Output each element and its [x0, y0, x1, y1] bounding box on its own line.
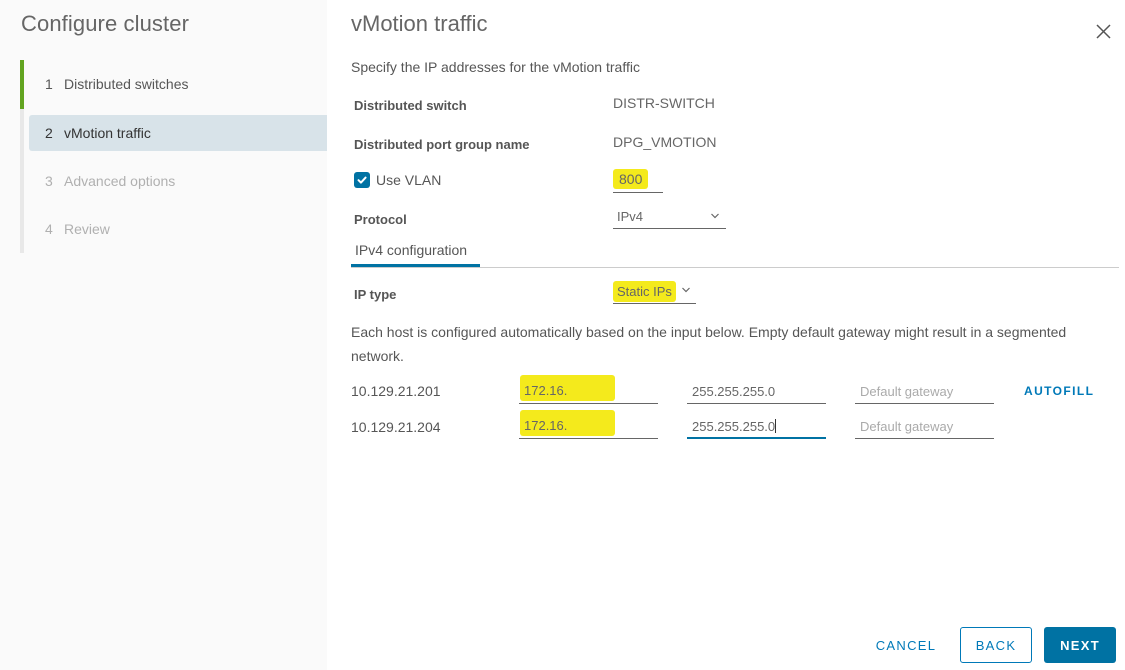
checkmark-icon	[357, 176, 367, 184]
step-number: 4	[45, 221, 53, 237]
step-label: Review	[64, 221, 110, 237]
wizard-title: Configure cluster	[21, 11, 189, 36]
port-group-value: DPG_VMOTION	[613, 134, 717, 150]
sidebar-step-vmotion-traffic[interactable]: 2 vMotion traffic	[29, 115, 327, 151]
step-label: vMotion traffic	[64, 125, 151, 141]
next-button[interactable]: NEXT	[1044, 627, 1116, 663]
tab-bar-divider	[351, 267, 1119, 268]
ip-type-selected-value: Static IPs	[613, 281, 676, 302]
step-label: Advanced options	[64, 173, 176, 189]
ip-type-label: IP type	[354, 287, 397, 302]
use-vlan-label: Use VLAN	[376, 172, 442, 188]
close-icon	[1096, 24, 1111, 39]
text-caret	[775, 419, 777, 433]
step-number: 2	[45, 125, 53, 141]
close-button[interactable]	[1095, 23, 1112, 40]
subnet-mask-value: 255.255.255.0	[692, 419, 776, 434]
default-gateway-input[interactable]: Default gateway	[855, 380, 994, 404]
host-ip-value: 172.16.	[524, 383, 568, 398]
vlan-id-input[interactable]: 800	[613, 167, 663, 193]
page-title: vMotion traffic	[351, 11, 488, 36]
subnet-mask-value: 255.255.255.0	[692, 384, 776, 399]
port-group-label: Distributed port group name	[354, 137, 530, 152]
chevron-down-icon	[711, 213, 719, 219]
distributed-switch-value: DISTR-SWITCH	[613, 95, 715, 111]
host-ip-input[interactable]: 172.16.	[519, 375, 658, 404]
sidebar-step-distributed-switches[interactable]: 1 Distributed switches	[29, 66, 327, 102]
host-name: 10.129.21.201	[351, 383, 441, 399]
vlan-id-value: 800	[613, 169, 649, 189]
chevron-down-icon	[682, 287, 690, 293]
wizard-sidebar: Configure cluster 1 Distributed switches…	[0, 0, 327, 670]
subnet-mask-input[interactable]: 255.255.255.0	[687, 380, 826, 404]
page-subtitle: Specify the IP addresses for the vMotion…	[351, 59, 640, 75]
default-gateway-placeholder: Default gateway	[860, 384, 954, 399]
autofill-button[interactable]: AUTOFILL	[1024, 384, 1094, 398]
subnet-mask-input[interactable]: 255.255.255.0	[687, 415, 826, 439]
default-gateway-placeholder: Default gateway	[860, 419, 954, 434]
step-number: 3	[45, 173, 53, 189]
step-label: Distributed switches	[64, 76, 189, 92]
distributed-switch-label: Distributed switch	[354, 98, 467, 113]
default-gateway-input[interactable]: Default gateway	[855, 415, 994, 439]
sidebar-step-advanced-options: 3 Advanced options	[29, 163, 327, 199]
use-vlan-checkbox[interactable]: Use VLAN	[354, 172, 441, 188]
ip-type-select[interactable]: Static IPs	[613, 281, 696, 304]
steps-progress-complete	[20, 60, 24, 109]
protocol-selected-value: IPv4	[617, 209, 644, 224]
host-ip-input[interactable]: 172.16.	[519, 410, 658, 439]
host-name: 10.129.21.204	[351, 419, 441, 435]
info-text: Each host is configured automatically ba…	[351, 324, 1067, 364]
host-ip-value: 172.16.	[524, 418, 568, 433]
cancel-button[interactable]: CANCEL	[866, 627, 946, 663]
protocol-select[interactable]: IPv4	[613, 209, 726, 229]
back-button[interactable]: BACK	[960, 627, 1032, 663]
sidebar-step-review: 4 Review	[29, 211, 327, 247]
tab-ipv4-configuration[interactable]: IPv4 configuration	[351, 242, 480, 267]
checkbox-checked[interactable]	[354, 172, 370, 188]
protocol-label: Protocol	[354, 212, 407, 227]
step-number: 1	[45, 76, 53, 92]
